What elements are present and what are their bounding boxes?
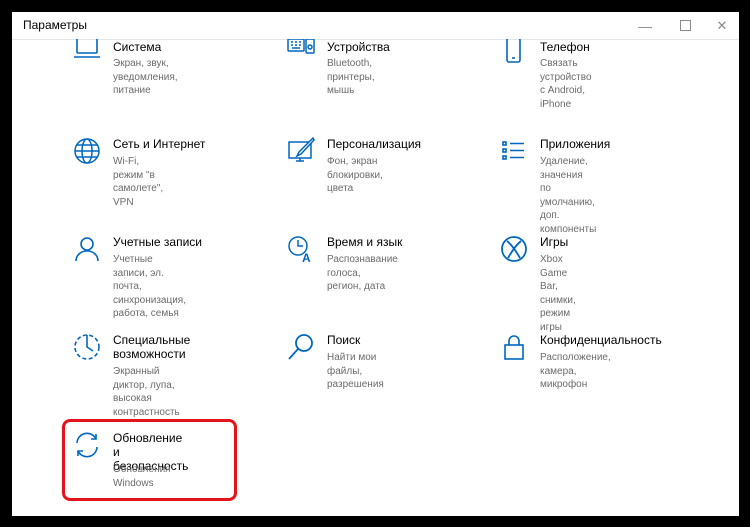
tile-name: Устройства xyxy=(327,40,390,54)
search-icon xyxy=(287,333,315,361)
tile-desc: Расположение, камера, микрофон xyxy=(540,352,611,390)
time-language-icon: A xyxy=(287,235,315,263)
maximize-button[interactable] xyxy=(668,12,702,39)
tile-desc: Учетные записи, эл. почта, синхронизация… xyxy=(113,254,186,319)
keyboard-icon xyxy=(287,39,315,67)
tile-name: Поиск xyxy=(327,333,361,347)
minimize-button[interactable]: — xyxy=(628,12,662,39)
phone-icon xyxy=(500,39,528,67)
tile-name: Сеть и Интернет xyxy=(113,137,206,151)
laptop-icon xyxy=(73,39,101,67)
tile-desc: Xbox Game Bar, снимки, режим игры xyxy=(540,254,576,333)
settings-window: Параметры — ✕ Система Экран, звук, уведо… xyxy=(12,12,739,516)
lock-icon xyxy=(500,333,528,361)
tile-name: Игры xyxy=(540,235,569,249)
globe-icon xyxy=(73,137,101,165)
paint-icon xyxy=(287,137,315,165)
tile-name: Время и язык xyxy=(327,235,403,249)
tile-desc: Экран, звук, уведомления, питание xyxy=(113,58,178,96)
tile-desc: Распознавание голоса, регион, дата xyxy=(327,254,398,292)
tile-name: Приложения xyxy=(540,137,611,151)
tile-desc: Bluetooth, принтеры, мышь xyxy=(327,58,375,96)
tile-name: Телефон xyxy=(540,40,590,54)
xbox-icon xyxy=(500,235,528,263)
maximize-icon xyxy=(679,20,691,31)
window-title: Параметры xyxy=(23,18,87,32)
tile-desc: Связать устройство с Android, iPhone xyxy=(540,58,592,110)
accessibility-icon xyxy=(73,333,101,361)
title-bar: Параметры — ✕ xyxy=(12,12,739,40)
tile-desc: Экранный диктор, лупа, высокая контрастн… xyxy=(113,366,180,418)
person-icon xyxy=(73,235,101,263)
tile-desc: Найти мои файлы, разрешения xyxy=(327,352,384,390)
red-highlight-box xyxy=(62,419,237,501)
close-icon: ✕ xyxy=(716,17,728,33)
tile-name: Система xyxy=(113,40,162,54)
tile-desc: Удаление, значения по умолчанию, доп. ко… xyxy=(540,156,597,235)
tile-name: Учетные записи xyxy=(113,235,202,249)
apps-list-icon xyxy=(500,137,528,165)
tile-desc: Фон, экран блокировки, цвета xyxy=(327,156,383,194)
tile-name: Персонализация xyxy=(327,137,422,151)
tile-name: Специальные возможности xyxy=(113,333,191,361)
tile-desc: Wi-Fi, режим "в самолете", VPN xyxy=(113,156,164,208)
minimize-icon: — xyxy=(638,17,652,34)
tile-name: Конфиденциальность xyxy=(540,333,662,347)
close-button[interactable]: ✕ xyxy=(705,12,739,39)
svg-text:A: A xyxy=(302,251,311,263)
